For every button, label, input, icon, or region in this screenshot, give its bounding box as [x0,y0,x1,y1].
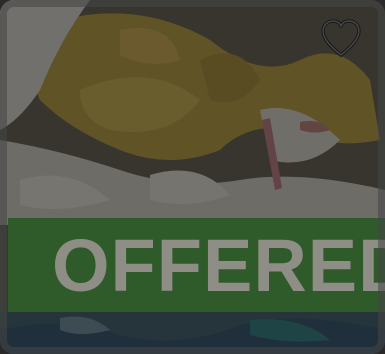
heart-outline-icon [321,19,361,57]
status-label: OFFERED [52,224,385,307]
listing-card[interactable]: OFFERED [0,0,385,354]
status-banner: OFFERED [8,218,385,312]
favorite-button[interactable] [317,14,365,62]
